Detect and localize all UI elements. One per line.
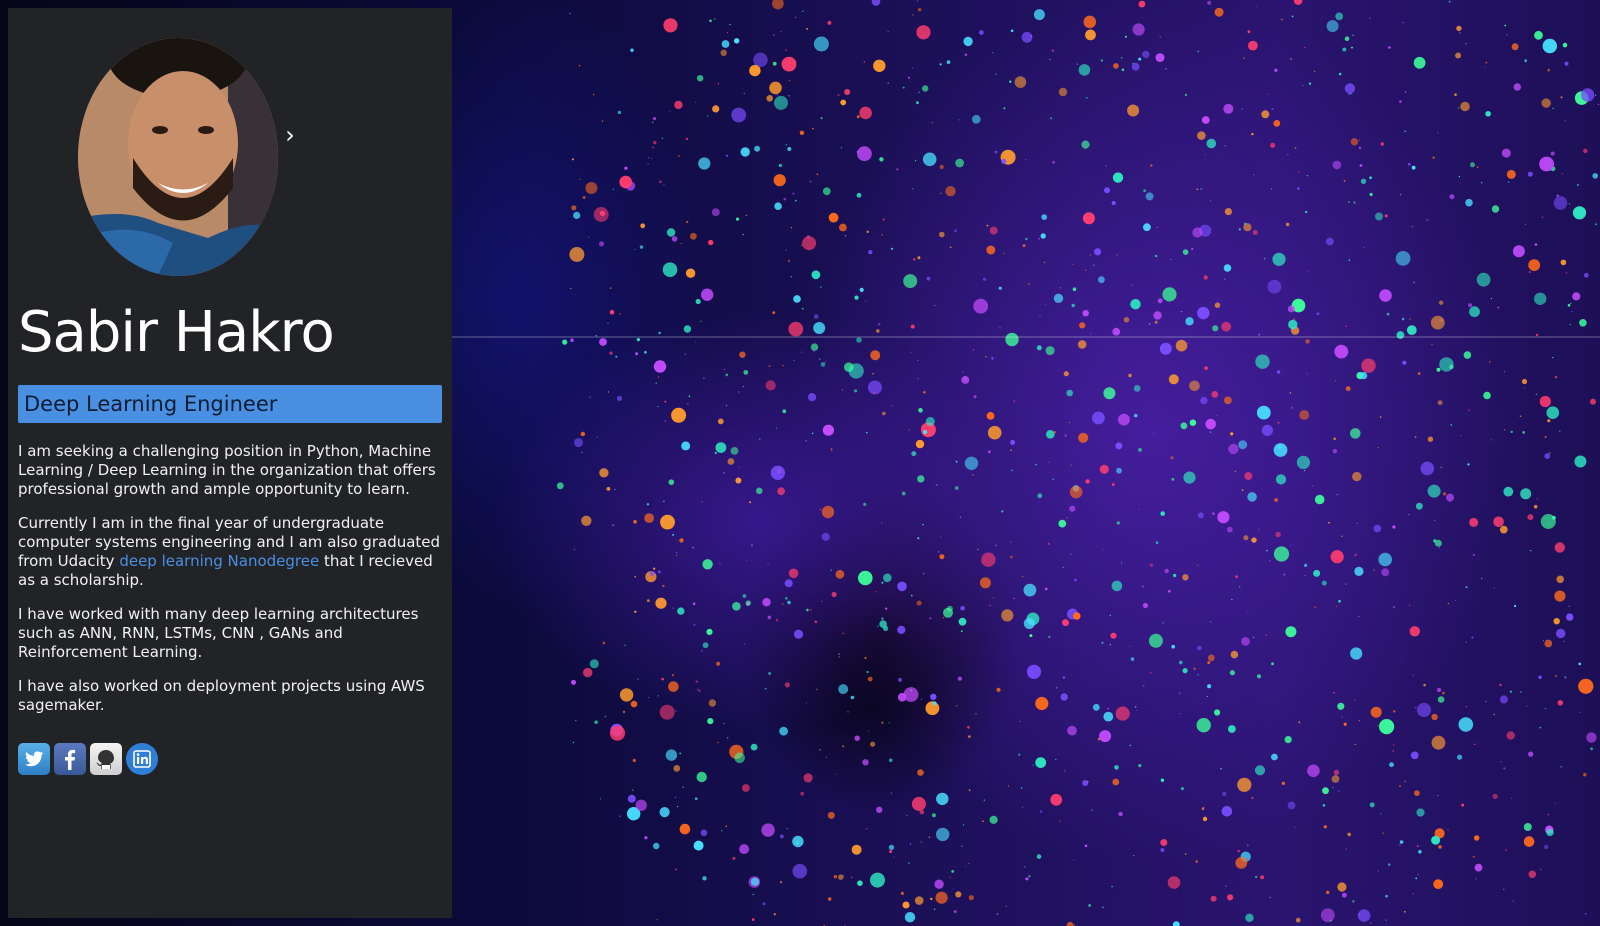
github-button[interactable] xyxy=(90,743,122,775)
bio-paragraph-experience: I have worked with many deep learning ar… xyxy=(18,605,419,661)
twitter-button[interactable] xyxy=(18,743,50,775)
social-links xyxy=(18,743,158,775)
profile-title-badge: Deep Learning Engineer xyxy=(18,385,442,423)
bio-paragraph-deployment: I have also worked on deployment project… xyxy=(18,677,425,714)
facebook-icon xyxy=(65,749,76,770)
twitter-icon xyxy=(25,751,44,767)
linkedin-icon xyxy=(133,750,151,768)
profile-avatar[interactable] xyxy=(78,38,278,276)
bio-paragraph-education: Currently I am in the final year of unde… xyxy=(18,514,442,590)
facebook-button[interactable] xyxy=(54,743,86,775)
avatar-portrait xyxy=(78,38,278,276)
profile-name: Sabir Hakro xyxy=(18,300,335,365)
linkedin-button[interactable] xyxy=(126,743,158,775)
bio-section: I am seeking a challenging position in P… xyxy=(18,442,442,730)
nanodegree-link[interactable]: deep learning Nanodegree xyxy=(119,552,319,570)
carousel-next-button[interactable]: › xyxy=(280,120,300,150)
profile-sidebar: › Sabir Hakro Deep Learning Engineer I a… xyxy=(8,8,452,918)
bio-paragraph-objective: I am seeking a challenging position in P… xyxy=(18,442,436,498)
github-icon xyxy=(96,750,114,769)
background-seam xyxy=(450,336,1600,338)
